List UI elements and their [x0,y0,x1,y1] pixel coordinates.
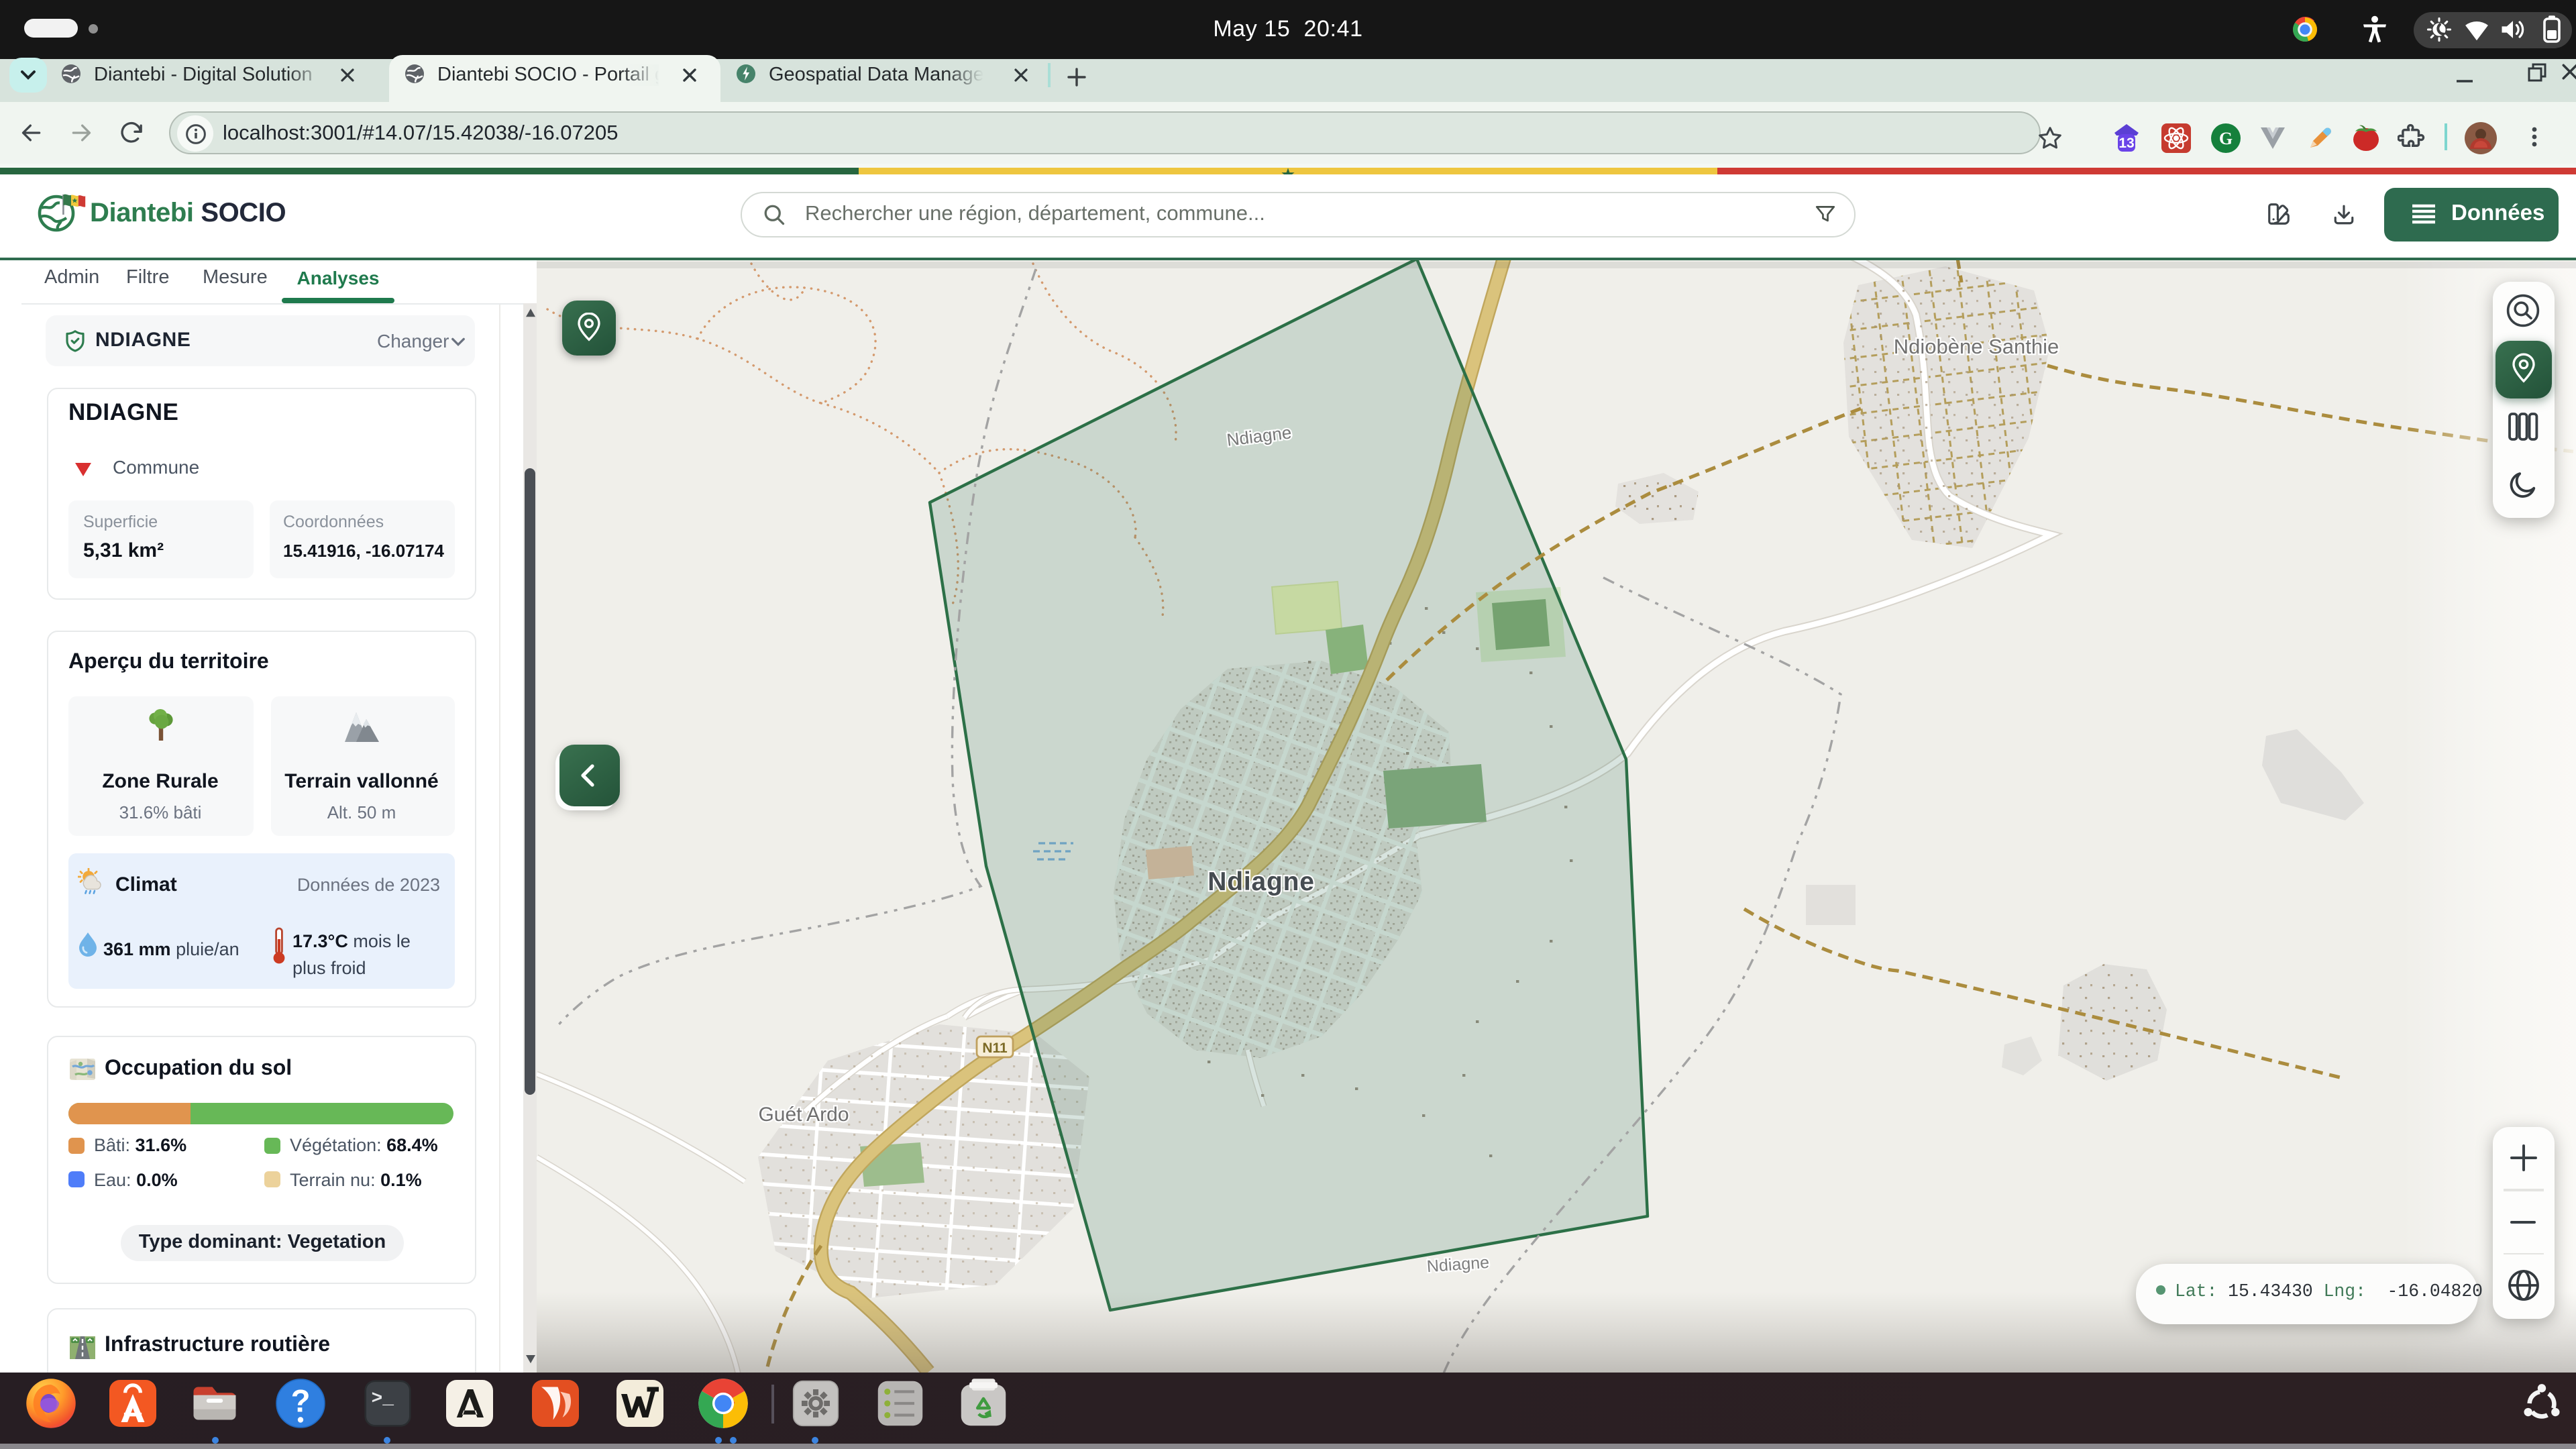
svg-text:?: ? [290,1383,310,1419]
svg-text:Ndiagne: Ndiagne [1208,867,1314,896]
svg-text:N11: N11 [982,1040,1008,1055]
svg-text:>_: >_ [371,1389,394,1409]
svg-text:Guét Ardo: Guét Ardo [758,1103,849,1125]
svg-text:G: G [2219,129,2233,148]
svg-text:Ndiobène Santhie: Ndiobène Santhie [1894,334,2059,358]
svg-text:13: 13 [2118,136,2134,151]
